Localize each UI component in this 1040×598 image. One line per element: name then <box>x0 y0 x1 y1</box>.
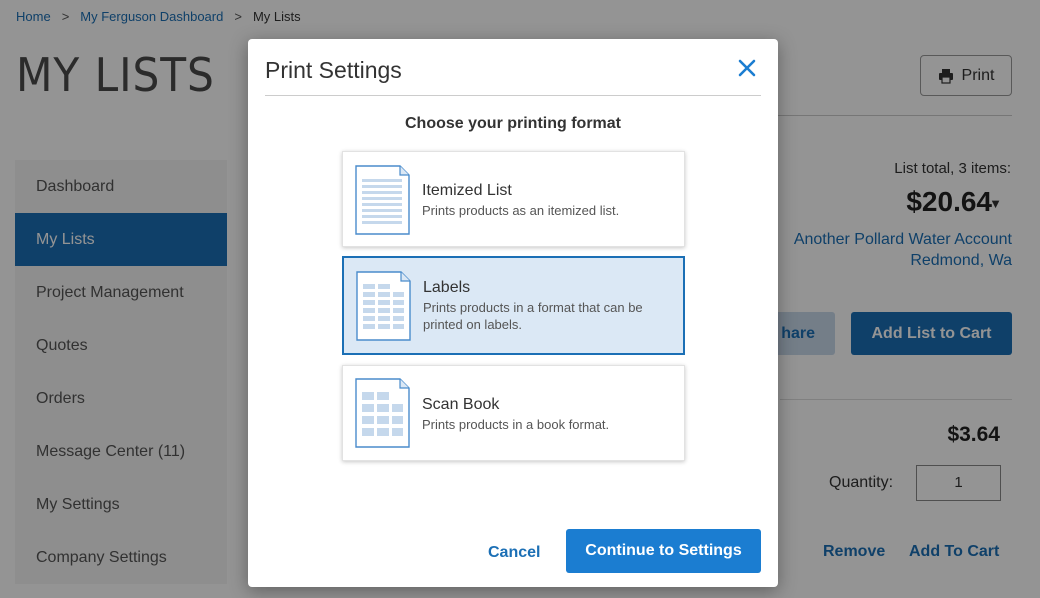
option-description: Prints products in a book format. <box>422 417 610 432</box>
close-icon[interactable] <box>737 58 757 78</box>
option-name: Labels <box>423 279 471 296</box>
continue-to-settings-button[interactable]: Continue to Settings <box>566 529 761 573</box>
labels-doc-icon <box>356 271 411 341</box>
format-option-scan-book[interactable]: Scan Book Prints products in a book form… <box>342 365 685 461</box>
format-option-labels[interactable]: Labels Prints products in a format that … <box>342 256 685 355</box>
option-description: Prints products as an itemized list. <box>422 203 620 218</box>
modal-subtitle: Choose your printing format <box>405 115 621 132</box>
modal-divider <box>265 95 761 96</box>
option-name: Scan Book <box>422 396 500 413</box>
format-option-itemized-list[interactable]: Itemized List Prints products as an item… <box>342 151 685 247</box>
cancel-button[interactable]: Cancel <box>488 544 540 562</box>
print-settings-modal: Print Settings Choose your printing form… <box>248 39 778 587</box>
option-name: Itemized List <box>422 182 512 199</box>
modal-title: Print Settings <box>265 57 402 83</box>
option-description: printed on labels. <box>423 317 523 332</box>
option-description: Prints products in a format that can be <box>423 300 643 315</box>
scan-book-doc-icon <box>355 378 410 448</box>
itemized-list-doc-icon <box>355 165 410 235</box>
